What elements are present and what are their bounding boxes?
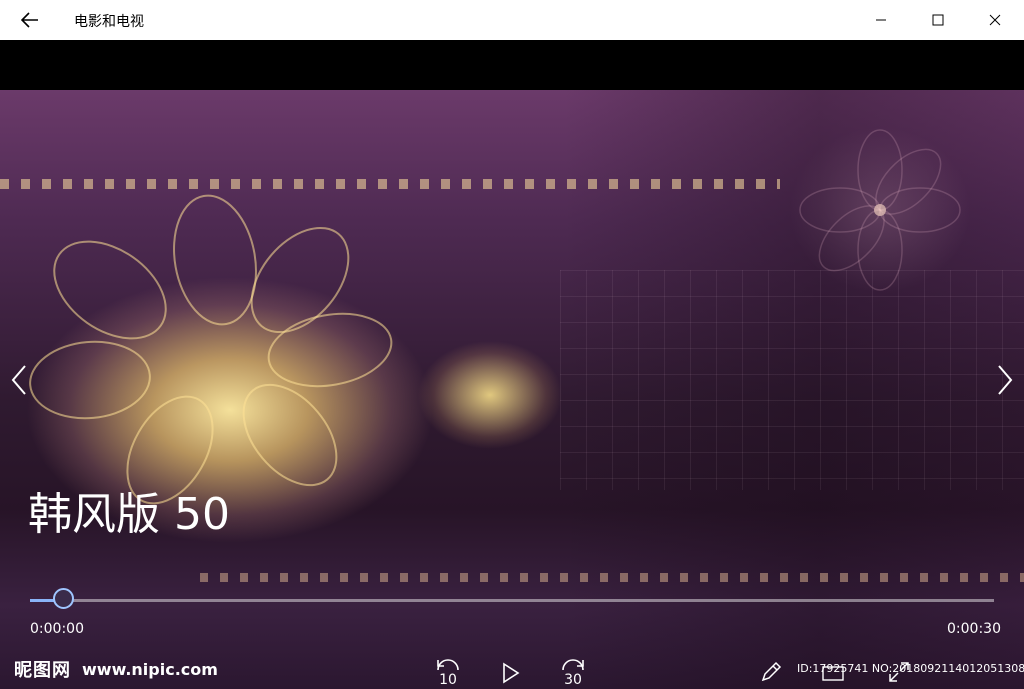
letterbox-bar	[0, 40, 1024, 90]
arrow-left-icon	[21, 12, 38, 28]
previous-video-button[interactable]	[4, 360, 34, 400]
skip-30-button[interactable]: 30	[550, 656, 596, 688]
chevron-right-icon	[998, 365, 1013, 395]
edit-button[interactable]	[756, 658, 786, 686]
close-icon	[989, 14, 1001, 26]
maximize-button[interactable]	[915, 0, 961, 40]
minimize-button[interactable]	[858, 0, 904, 40]
replay-10-button[interactable]: 10	[428, 656, 468, 688]
play-button[interactable]	[496, 658, 526, 688]
video-frame[interactable]: 韩风版 50 0:00:00 0:00:30 昵图网 www.nipic.com…	[0, 90, 1024, 689]
skip-seconds: 30	[564, 672, 582, 688]
watermark-url: www.nipic.com	[82, 660, 218, 679]
close-button[interactable]	[972, 0, 1018, 40]
replay-seconds: 10	[439, 672, 457, 688]
watermark-logo: 昵图网	[14, 660, 71, 681]
next-video-button[interactable]	[990, 360, 1020, 400]
back-button[interactable]	[16, 6, 44, 34]
minimize-icon	[876, 19, 886, 21]
title-bar: 电影和电视	[0, 0, 1024, 40]
total-time: 0:00:30	[947, 621, 1001, 637]
play-icon	[503, 662, 520, 684]
seek-bar[interactable]	[30, 599, 994, 602]
seek-thumb[interactable]	[53, 588, 74, 609]
app-title: 电影和电视	[74, 14, 144, 30]
current-time: 0:00:00	[30, 621, 84, 637]
maximize-icon	[932, 14, 944, 26]
video-title: 韩风版 50	[28, 489, 230, 540]
pencil-icon	[761, 661, 782, 682]
watermark-id: ID:17925741 NO:20180921140120513085	[797, 662, 1024, 675]
chevron-left-icon	[11, 365, 26, 395]
